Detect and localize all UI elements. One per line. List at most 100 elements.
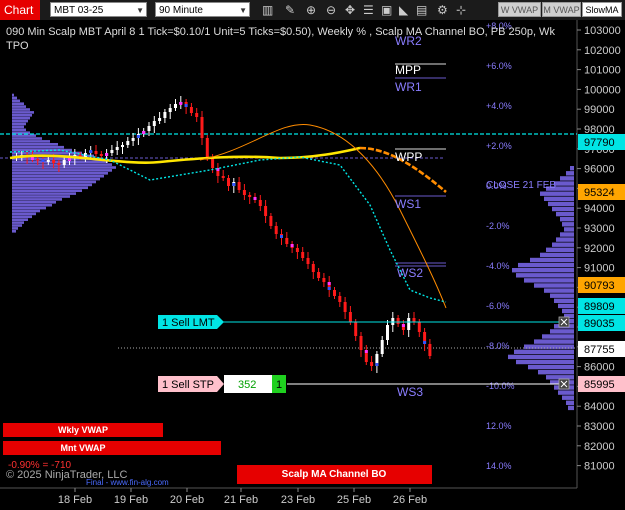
tpo-bar <box>562 308 574 314</box>
price-axis[interactable]: 1030001020001010001000009900098000970009… <box>577 25 621 473</box>
tpo-bar <box>524 278 574 283</box>
tpo-bar <box>12 105 26 108</box>
tpo-bar <box>542 334 574 339</box>
pencil-icon[interactable]: ✎ <box>285 3 295 17</box>
tpo-bar <box>12 140 50 143</box>
mnt-vwap-bar <box>3 441 221 455</box>
price-tick-label: 101000 <box>584 65 621 77</box>
candle-body <box>158 118 162 121</box>
candle-body <box>242 190 246 195</box>
interval-selector[interactable]: 90 Minute ▼ <box>155 2 250 17</box>
date-tick-label: 19 Feb <box>114 494 148 506</box>
w-vwap-button[interactable]: W VWAP <box>498 2 541 17</box>
price-tick-label: 84000 <box>584 401 615 413</box>
sell-stop-count[interactable]: 1 <box>276 379 282 391</box>
percent-label: -6.0% <box>486 301 510 311</box>
crosshair-icon[interactable]: ✥ <box>345 3 355 17</box>
candle-marker <box>375 363 379 366</box>
date-tick-label: 18 Feb <box>58 494 92 506</box>
tpo-bar <box>12 99 20 103</box>
candle-marker <box>179 102 183 105</box>
tpo-bar <box>552 206 574 212</box>
price-tick-label: 94000 <box>584 203 615 215</box>
tpo-bar <box>12 102 24 105</box>
tpo-bar <box>534 339 574 344</box>
website-link[interactable]: Final - www.fin-alg.com <box>86 478 169 487</box>
close-order-icon[interactable] <box>558 316 570 328</box>
tpo-bar <box>556 211 574 217</box>
tpo-bar <box>12 137 42 140</box>
price-tag-label: 90793 <box>584 280 615 292</box>
tpo-bar <box>516 273 574 278</box>
zoom-in-icon[interactable]: ⊕ <box>306 3 316 17</box>
tpo-bar <box>12 145 64 149</box>
sell-limit-order[interactable]: 1 Sell LMT <box>158 315 224 329</box>
chart-tab[interactable]: Chart <box>0 0 40 20</box>
tpo-bar <box>12 195 70 198</box>
candle-body <box>264 206 268 216</box>
tpo-bar <box>12 125 24 129</box>
tpo-bar <box>564 227 574 232</box>
chart-panel[interactable]: WR2MPPWR1WPPWS1WS2WS3 +8.0%+6.0%+4.0%+2.… <box>0 20 625 510</box>
candle-body <box>121 145 124 147</box>
candle-body <box>227 178 230 186</box>
candle-body <box>46 160 50 162</box>
box-icon[interactable]: ▣ <box>381 3 392 17</box>
tpo-bar <box>12 201 56 204</box>
candle-body <box>57 163 61 165</box>
percent-label: +6.0% <box>486 61 512 71</box>
date-tick-label: 26 Feb <box>393 494 427 506</box>
tpo-bar <box>514 349 574 354</box>
price-tag-label: 89809 <box>584 301 615 313</box>
candle-body <box>205 138 209 158</box>
tpo-bar <box>562 395 574 400</box>
tpo-bar <box>560 232 574 237</box>
candle-body <box>407 318 411 330</box>
price-tick-label: 83000 <box>584 421 615 433</box>
interval-value: 90 Minute <box>159 5 203 16</box>
percent-label: -10.0% <box>486 381 515 391</box>
date-tick-label: 25 Feb <box>337 494 371 506</box>
candle-marker <box>364 350 368 353</box>
tpo-bar <box>566 400 574 405</box>
tpo-bar <box>550 293 574 298</box>
candle-body <box>417 322 421 332</box>
instrument-selector[interactable]: MBT 03-25 ▼ <box>50 2 147 17</box>
candle-body <box>168 108 172 112</box>
crosshair-alt-icon[interactable]: ⊹ <box>456 3 466 17</box>
percent-label: 14.0% <box>486 461 512 471</box>
percent-label: +2.0% <box>486 141 512 151</box>
candle-marker <box>142 131 146 134</box>
candle-marker <box>68 158 71 161</box>
m-vwap-button[interactable]: M VWAP <box>542 2 581 17</box>
tpo-bar <box>558 303 574 309</box>
price-tag-label: 89035 <box>584 318 615 330</box>
clipboard-icon[interactable]: ▤ <box>416 3 427 17</box>
candle-marker <box>280 235 283 238</box>
close-order-icon[interactable] <box>558 378 570 390</box>
strategies-icon[interactable]: ⚙ <box>437 3 448 17</box>
price-tick-label: 102000 <box>584 45 621 57</box>
sell-stop-quantity[interactable]: 352 <box>238 379 256 391</box>
tpo-bar <box>556 237 574 242</box>
candle-body <box>343 302 347 312</box>
sell-limit-label: 1 Sell LMT <box>162 317 215 329</box>
pivot-label: WS3 <box>397 385 423 399</box>
properties-icon[interactable]: ☰ <box>363 3 374 17</box>
candle-body <box>110 150 114 153</box>
candle-body <box>380 340 384 354</box>
zoom-out-icon[interactable]: ⊖ <box>326 3 336 17</box>
slowma-button[interactable]: SlowMA <box>582 2 622 17</box>
tpo-bar <box>544 196 574 201</box>
tpo-bar <box>540 191 574 196</box>
candle-body <box>237 182 241 190</box>
bars-icon[interactable]: ▥ <box>262 3 273 17</box>
drawing-tools-icon[interactable]: ◣ <box>399 3 408 17</box>
candle-body <box>36 159 40 161</box>
candle-marker <box>41 159 45 162</box>
candle-body <box>94 151 98 154</box>
pivot-label: MPP <box>395 63 421 77</box>
candle-body <box>354 322 358 336</box>
price-tick-label: 96000 <box>584 164 615 176</box>
candle-body <box>258 200 262 206</box>
